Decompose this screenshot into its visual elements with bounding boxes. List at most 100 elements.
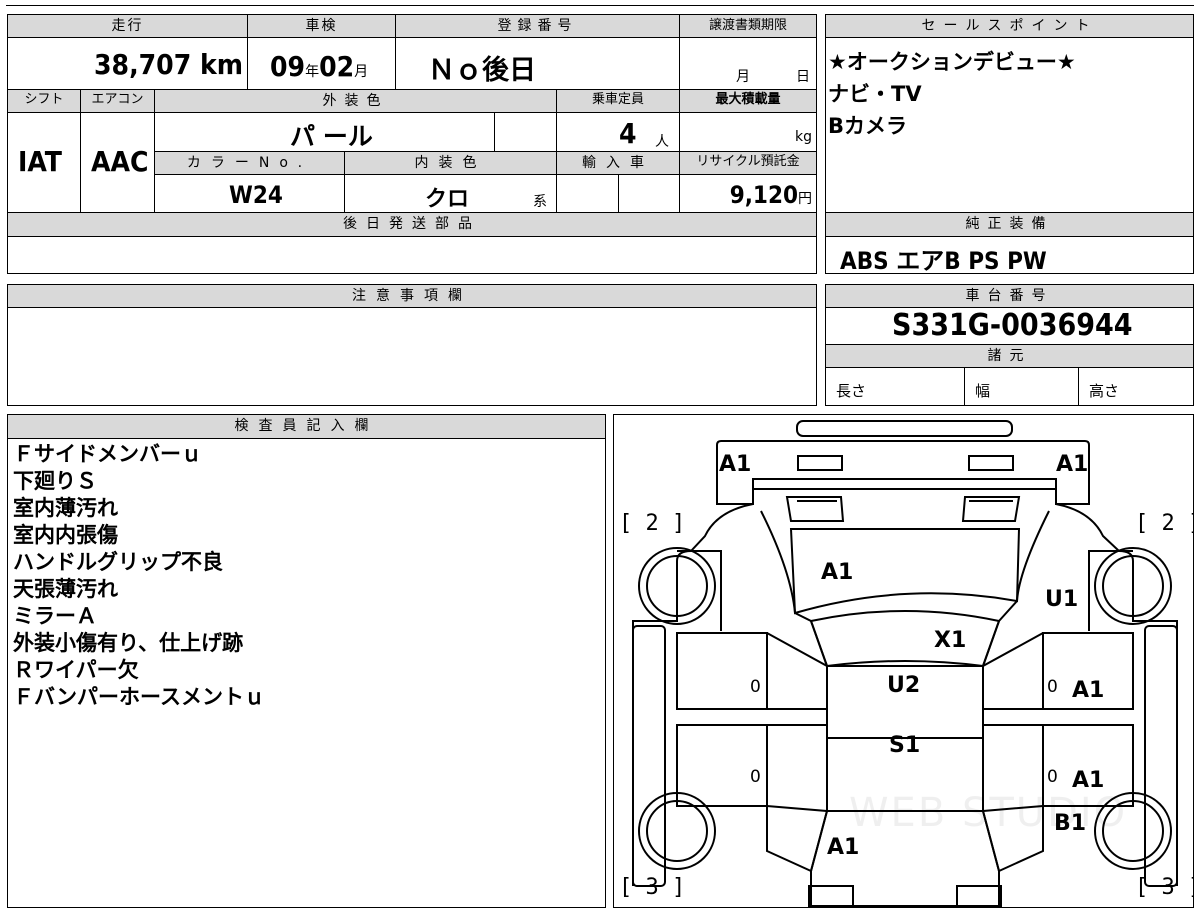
spec-height-label: 高さ	[1089, 382, 1120, 400]
color-no-header: カラーNo.	[154, 151, 345, 175]
sales-point-line: Bカメラ	[828, 114, 908, 138]
capacity-cell: 4 人	[556, 112, 680, 152]
capacity-unit: 人	[655, 134, 669, 150]
mark-front-left: A1	[719, 452, 752, 477]
recycle-fee-amount: 9,120	[729, 181, 798, 209]
transfer-month-unit: 月	[736, 69, 750, 85]
interior-color-suffix: 系	[533, 194, 547, 210]
top-edge-strip	[0, 0, 1200, 6]
genuine-equipment-cell: ABS エアB PS PW	[825, 236, 1194, 275]
import-header: 輸入車	[556, 151, 680, 175]
interior-color-header: 内装色	[344, 151, 557, 175]
mark-windshield: X1	[934, 628, 967, 653]
inspector-note: 下廻りＳ	[13, 469, 97, 493]
capacity-header: 乗車定員	[556, 89, 680, 113]
inspector-note: Ｆサイドメンバーｕ	[13, 442, 202, 466]
mark-rear: A1	[827, 835, 860, 860]
aircon-cell: AAC	[80, 112, 155, 213]
mark-roof-front: U2	[887, 673, 921, 698]
mark-roof-rear: S1	[889, 733, 921, 758]
sales-points-header: セールスポイント	[825, 14, 1194, 38]
spec-width-label: 幅	[975, 382, 991, 400]
later-parts-cell	[7, 236, 817, 274]
mileage-cell: 38,707 km	[7, 37, 248, 90]
shift-value: IAT	[18, 145, 62, 178]
mark-front-right: A1	[1056, 452, 1089, 477]
spec-height-cell: 高さ	[1078, 367, 1194, 406]
caution-header: 注意事項欄	[7, 284, 817, 308]
inspection-month-unit: 月	[354, 64, 369, 80]
inspection-header: 車検	[247, 14, 396, 38]
transfer-deadline-header: 譲渡書類期限	[679, 14, 817, 38]
exterior-color-value: パ ール	[290, 122, 373, 151]
chassis-header: 車台番号	[825, 284, 1194, 308]
genuine-equipment-value: ABS エアB PS PW	[840, 247, 1047, 275]
transfer-deadline-cell: 月 日	[679, 37, 817, 90]
zero-left-rear: 0	[750, 767, 761, 787]
mark-right-front-door: A1	[1072, 678, 1105, 703]
inspector-note: Ｒワイパー欠	[13, 658, 139, 682]
max-load-header: 最大積載量	[679, 89, 817, 113]
recycle-fee-value: 9,120円	[730, 181, 812, 209]
color-no-value: W24	[229, 181, 283, 209]
top-edge-line	[6, 0, 1194, 6]
zero-left-front: 0	[750, 677, 761, 697]
transfer-day-unit: 日	[796, 69, 810, 85]
max-load-unit: kg	[795, 129, 812, 145]
registration-cell: Ｎｏ後日	[395, 37, 680, 90]
exterior-color-extra-cell	[494, 112, 557, 152]
shift-header: シフト	[7, 89, 81, 113]
inspector-note: 天張薄汚れ	[13, 577, 118, 601]
shift-cell: IAT	[7, 112, 81, 213]
recycle-fee-unit: 円	[798, 191, 812, 207]
spec-length-cell: 長さ	[825, 367, 965, 406]
watermark: WEB STUDIO	[849, 790, 1128, 836]
mark-right-fender: U1	[1045, 587, 1079, 612]
mark-hood: A1	[821, 560, 854, 585]
zero-right-front: 0	[1047, 677, 1058, 697]
corner-rear-right: [ 3 ]	[1135, 875, 1193, 900]
inspection-month: 02	[319, 50, 355, 83]
sales-point-line: ナビ・TV	[828, 82, 922, 106]
sales-points-body: ★オークションデビュー★ ナビ・TV Bカメラ	[825, 37, 1194, 213]
import-cell-right	[618, 174, 680, 213]
recycle-fee-cell: 9,120円	[679, 174, 817, 213]
genuine-equipment-header: 純正装備	[825, 212, 1194, 237]
later-parts-header: 後日発送部品	[7, 212, 817, 237]
aircon-header: エアコン	[80, 89, 155, 113]
inspector-note: 外装小傷有り、仕上げ跡	[13, 631, 244, 655]
max-load-cell: kg	[679, 112, 817, 152]
inspector-note: Ｆバンパーホースメントｕ	[13, 685, 265, 709]
spec-width-cell: 幅	[964, 367, 1079, 406]
registration-value: Ｎｏ後日	[428, 55, 536, 86]
inspector-notes: Ｆサイドメンバーｕ 下廻りＳ 室内薄汚れ 室内内張傷 ハンドルグリップ不良 天張…	[7, 438, 606, 908]
corner-front-left: [ 2 ]	[619, 511, 686, 536]
capacity-value: 4	[619, 117, 637, 150]
chassis-cell: S331G-0036944	[825, 307, 1194, 345]
registration-header: 登録番号	[395, 14, 680, 38]
interior-color-cell: クロ 系	[344, 174, 557, 213]
aircon-value: AAC	[91, 145, 149, 178]
damage-diagram: [ 2 ] [ 2 ] [ 3 ] [ 3 ] A1 A1 A1 U1 X1 U…	[613, 414, 1194, 908]
recycle-fee-header: リサイクル預託金	[679, 151, 817, 175]
inspection-cell: 09年02月	[247, 37, 396, 90]
inspection-year: 09	[270, 50, 306, 83]
exterior-color-cell: パ ール	[154, 112, 495, 152]
mileage-value: 38,707 km	[94, 48, 243, 81]
import-cell-left	[556, 174, 619, 213]
inspector-note: ミラーＡ	[13, 604, 97, 628]
interior-color-value: クロ	[425, 187, 470, 212]
inspection-year-unit: 年	[305, 64, 320, 80]
sales-point-line: ★オークションデビュー★	[828, 50, 1076, 74]
mileage-header: 走行	[7, 14, 248, 38]
zero-right-rear: 0	[1047, 767, 1058, 787]
corner-rear-left: [ 3 ]	[619, 875, 686, 900]
inspection-value: 09年02月	[270, 50, 368, 83]
spec-length-label: 長さ	[836, 382, 867, 400]
inspector-note: ハンドルグリップ不良	[13, 550, 223, 574]
inspector-note: 室内薄汚れ	[13, 496, 118, 520]
caution-body	[7, 307, 817, 406]
chassis-value: S331G-0036944	[892, 308, 1133, 343]
inspector-header: 検査員記入欄	[7, 414, 606, 439]
inspector-note: 室内内張傷	[13, 523, 118, 547]
